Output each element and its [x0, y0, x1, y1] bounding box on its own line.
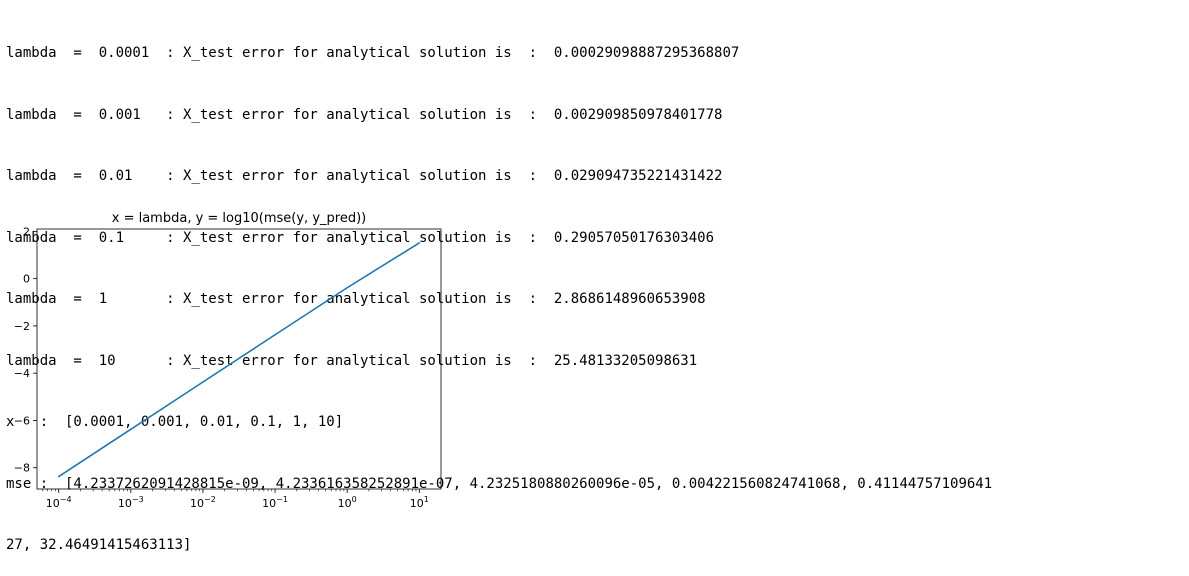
- x-tick-label: 100: [338, 495, 357, 510]
- x-tick-base: 10: [410, 497, 424, 510]
- x-tick-exponent: −1: [276, 495, 288, 504]
- x-tick-label: 10−2: [190, 495, 216, 510]
- x-tick-exponent: −3: [132, 495, 144, 504]
- data-point: [130, 428, 132, 431]
- y-tick-label: 2: [23, 225, 30, 238]
- data-point: [202, 381, 204, 383]
- data-point: [418, 242, 421, 244]
- x-tick-exponent: −4: [60, 495, 72, 504]
- data-point: [346, 286, 348, 289]
- x-tick-label: 101: [410, 495, 429, 510]
- plot-output: x = lambda, y = log10(mse(y, y_pred)) 2 0…: [0, 200, 460, 527]
- x-tick-base: 10: [262, 497, 276, 510]
- output-line: 27, 32.46491415463113]: [6, 537, 192, 553]
- x-tick-base: 10: [46, 497, 60, 510]
- chart-title: x = lambda, y = log10(mse(y, y_pred)): [112, 211, 366, 226]
- data-point: [57, 475, 60, 478]
- y-tick-label: −2: [14, 320, 30, 333]
- x-tick-exponent: 0: [352, 495, 357, 504]
- y-tick-label: −4: [14, 367, 30, 380]
- line-chart: x = lambda, y = log10(mse(y, y_pred)) 2 0…: [14, 211, 442, 510]
- output-line: lambda = 0.0001 : X_test error for analy…: [6, 45, 740, 61]
- x-tick-base: 10: [190, 497, 204, 510]
- axes-group: 20−2−4−6−810−4 10−3 10−2 10−1 100 101: [14, 225, 442, 510]
- output-line: lambda = 0.01 : X_test error for analyti…: [6, 168, 723, 184]
- data-point: [274, 333, 276, 336]
- x-tick-exponent: 1: [424, 495, 429, 504]
- x-tick-exponent: −2: [204, 495, 216, 504]
- x-tick-label: 10−4: [46, 495, 72, 510]
- y-tick-label: −6: [14, 414, 30, 427]
- x-tick-base: 10: [118, 497, 132, 510]
- x-tick-base: 10: [338, 497, 352, 510]
- output-line: lambda = 0.001 : X_test error for analyt…: [6, 106, 723, 123]
- x-tick-label: 10−1: [262, 495, 288, 510]
- series-group: [57, 242, 421, 478]
- y-tick-label: −8: [14, 462, 30, 475]
- series-line: [58, 242, 420, 478]
- x-tick-label: 10−3: [118, 495, 144, 510]
- y-tick-label: 0: [23, 273, 30, 286]
